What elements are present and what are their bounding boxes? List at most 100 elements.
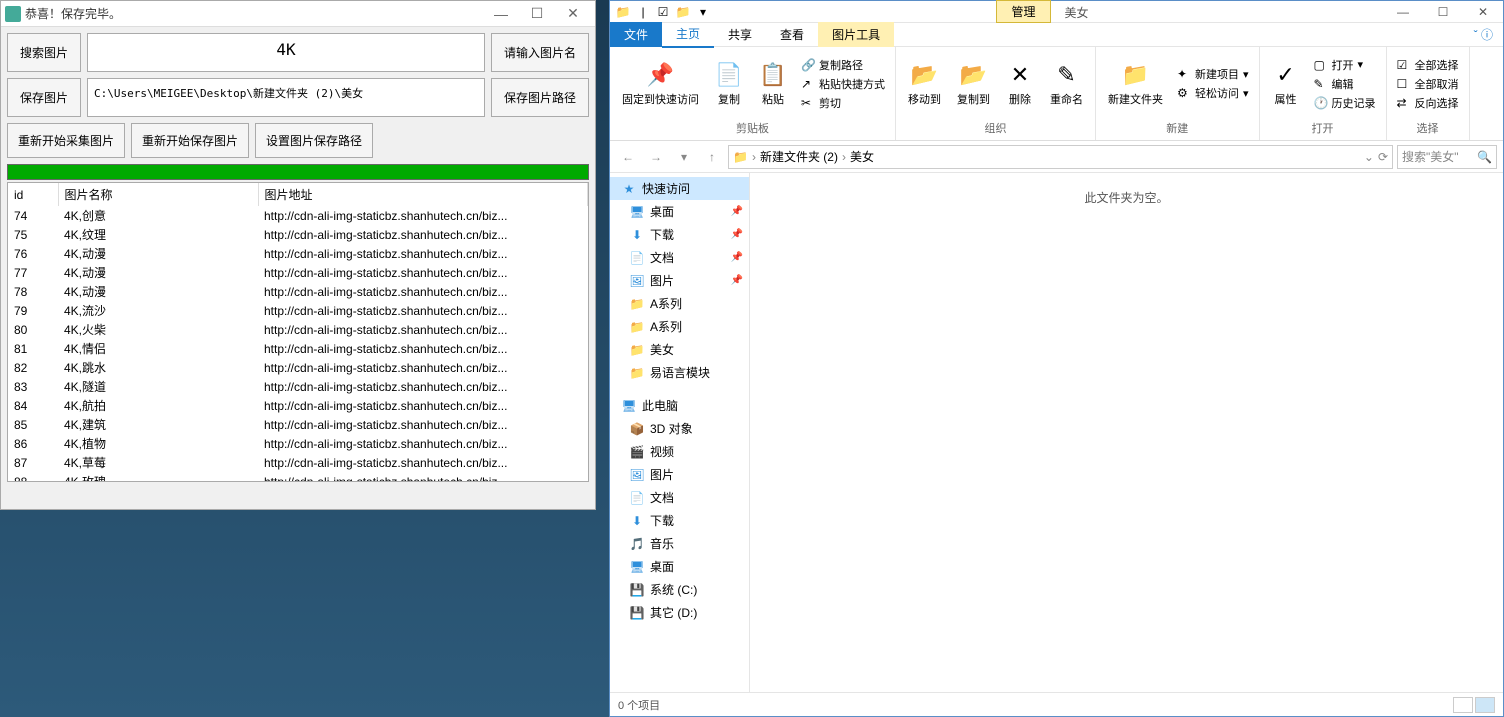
table-row[interactable]: 874K,草莓http://cdn-ali-img-staticbz.shanh… [8, 453, 588, 472]
nav-drive-d[interactable]: 💾其它 (D:) [610, 601, 749, 624]
nav-documents[interactable]: 📄文档📌 [610, 246, 749, 269]
search-input[interactable]: 4K [87, 33, 485, 72]
qat-folder-icon[interactable]: 📁 [674, 3, 692, 21]
nav-videos[interactable]: 🎬视频 [610, 440, 749, 463]
minimize-button[interactable]: — [483, 1, 519, 27]
save-image-button[interactable]: 保存图片 [7, 78, 81, 117]
set-save-path-button[interactable]: 设置图片保存路径 [255, 123, 373, 158]
tab-share[interactable]: 共享 [714, 22, 766, 47]
search-image-button[interactable]: 搜索图片 [7, 33, 81, 72]
copy-to-button[interactable]: 📂复制到 [951, 59, 996, 109]
this-pc-item[interactable]: 🖥此电脑 [610, 394, 749, 417]
breadcrumb-sep-icon[interactable]: › [752, 150, 756, 164]
maximize-button[interactable]: ☐ [519, 1, 555, 27]
rename-button[interactable]: ✎重命名 [1044, 59, 1089, 109]
forward-button[interactable]: → [644, 145, 668, 169]
table-row[interactable]: 854K,建筑http://cdn-ali-img-staticbz.shanh… [8, 415, 588, 434]
minimize-button[interactable]: — [1383, 1, 1423, 23]
nav-downloads[interactable]: ⬇下载📌 [610, 223, 749, 246]
table-row[interactable]: 834K,隧道http://cdn-ali-img-staticbz.shanh… [8, 377, 588, 396]
new-folder-button[interactable]: 📁新建文件夹 [1102, 59, 1169, 109]
column-header[interactable]: 图片地址 [258, 183, 588, 206]
nav-pictures[interactable]: 🖼图片📌 [610, 269, 749, 292]
restart-collect-button[interactable]: 重新开始采集图片 [7, 123, 125, 158]
table-row[interactable]: 764K,动漫http://cdn-ali-img-staticbz.shanh… [8, 244, 588, 263]
copy-path-button[interactable]: 🔗复制路径 [797, 56, 889, 74]
paste-shortcut-button[interactable]: ↗粘贴快捷方式 [797, 75, 889, 93]
details-view-icon[interactable] [1453, 697, 1473, 713]
close-button[interactable]: ✕ [1463, 1, 1503, 23]
column-header[interactable]: 图片名称 [58, 183, 258, 206]
tab-home[interactable]: 主页 [662, 21, 714, 48]
open-button[interactable]: ▢打开▾ [1310, 56, 1380, 74]
context-tab-manage[interactable]: 管理 [996, 0, 1050, 23]
table-row[interactable]: 844K,航拍http://cdn-ali-img-staticbz.shanh… [8, 396, 588, 415]
breadcrumb[interactable]: 📁 › 新建文件夹 (2) › 美女 ⌄ ⟳ [728, 145, 1393, 169]
move-to-button[interactable]: 📂移动到 [902, 59, 947, 109]
maximize-button[interactable]: ☐ [1423, 1, 1463, 23]
nav-desktop[interactable]: 🖥桌面📌 [610, 200, 749, 223]
search-input[interactable]: 搜索"美女"🔍 [1397, 145, 1497, 169]
table-row[interactable]: 814K,情侣http://cdn-ali-img-staticbz.shanh… [8, 339, 588, 358]
tab-picture-tools[interactable]: 图片工具 [818, 22, 894, 47]
cut-button[interactable]: ✂剪切 [797, 94, 889, 112]
history-button[interactable]: 🕐历史记录 [1310, 94, 1380, 112]
paste-button[interactable]: 📋粘贴 [753, 59, 793, 109]
breadcrumb-sep-icon[interactable]: › [842, 150, 846, 164]
restart-save-button[interactable]: 重新开始保存图片 [131, 123, 249, 158]
nav-pictures[interactable]: 🖼图片 [610, 463, 749, 486]
tab-view[interactable]: 查看 [766, 22, 818, 47]
table-row[interactable]: 804K,火柴http://cdn-ali-img-staticbz.shanh… [8, 320, 588, 339]
table-row[interactable]: 864K,植物http://cdn-ali-img-staticbz.shanh… [8, 434, 588, 453]
table-row[interactable]: 824K,跳水http://cdn-ali-img-staticbz.shanh… [8, 358, 588, 377]
qat-properties-icon[interactable]: ☑ [654, 3, 672, 21]
tiles-view-icon[interactable] [1475, 697, 1495, 713]
table-row[interactable]: 754K,纹理http://cdn-ali-img-staticbz.shanh… [8, 225, 588, 244]
pin-quick-access-button[interactable]: 📌固定到快速访问 [616, 59, 705, 109]
column-header[interactable]: id [8, 183, 58, 206]
easy-access-button[interactable]: ⚙轻松访问▾ [1173, 84, 1253, 102]
qat-dropdown-icon[interactable]: ▾ [694, 3, 712, 21]
up-button[interactable]: ↑ [700, 145, 724, 169]
content-pane[interactable]: 此文件夹为空。 [750, 173, 1503, 692]
nav-desktop[interactable]: 🖥桌面 [610, 555, 749, 578]
nav-3d-objects[interactable]: 📦3D 对象 [610, 417, 749, 440]
properties-button[interactable]: ✓属性 [1266, 59, 1306, 109]
refresh-icon[interactable]: ⟳ [1378, 150, 1388, 164]
path-input[interactable]: C:\Users\MEIGEE\Desktop\新建文件夹 (2)\美女 [87, 78, 485, 117]
table-row[interactable]: 784K,动漫http://cdn-ali-img-staticbz.shanh… [8, 282, 588, 301]
edit-button[interactable]: ✎编辑 [1310, 75, 1380, 93]
input-name-button[interactable]: 请输入图片名 [491, 33, 589, 72]
ribbon-collapse-icon[interactable]: ˇ ⓘ [1464, 26, 1503, 43]
nav-drive-c[interactable]: 💾系统 (C:) [610, 578, 749, 601]
app-titlebar[interactable]: 恭喜！保存完毕。 — ☐ ✕ [1, 1, 595, 27]
invert-selection-button[interactable]: ⇄反向选择 [1393, 94, 1463, 112]
navigation-pane[interactable]: ★快速访问 🖥桌面📌 ⬇下载📌 📄文档📌 🖼图片📌 📁A系列 📁A系列 📁美女 … [610, 173, 750, 692]
table-row[interactable]: 794K,流沙http://cdn-ali-img-staticbz.shanh… [8, 301, 588, 320]
nav-downloads[interactable]: ⬇下载 [610, 509, 749, 532]
table-row[interactable]: 744K,创意http://cdn-ali-img-staticbz.shanh… [8, 206, 588, 225]
copy-button[interactable]: 📄复制 [709, 59, 749, 109]
back-button[interactable]: ← [616, 145, 640, 169]
recent-dropdown[interactable]: ▾ [672, 145, 696, 169]
results-table[interactable]: id图片名称图片地址 744K,创意http://cdn-ali-img-sta… [7, 182, 589, 482]
quick-access-item[interactable]: ★快速访问 [610, 177, 749, 200]
delete-button[interactable]: ✕删除 [1000, 59, 1040, 109]
nav-folder[interactable]: 📁美女 [610, 338, 749, 361]
nav-folder[interactable]: 📁易语言模块 [610, 361, 749, 384]
nav-music[interactable]: 🎵音乐 [610, 532, 749, 555]
table-row[interactable]: 884K,玫瑰http://cdn-ali-img-staticbz.shanh… [8, 472, 588, 482]
nav-folder[interactable]: 📁A系列 [610, 292, 749, 315]
select-all-button[interactable]: ☑全部选择 [1393, 56, 1463, 74]
table-row[interactable]: 774K,动漫http://cdn-ali-img-staticbz.shanh… [8, 263, 588, 282]
breadcrumb-item[interactable]: 美女 [850, 148, 874, 165]
new-item-button[interactable]: ✦新建项目▾ [1173, 65, 1253, 83]
explorer-titlebar[interactable]: 📁 | ☑ 📁 ▾ 管理 美女 — ☐ ✕ [610, 1, 1503, 23]
breadcrumb-dropdown-icon[interactable]: ⌄ [1364, 150, 1374, 164]
nav-documents[interactable]: 📄文档 [610, 486, 749, 509]
nav-folder[interactable]: 📁A系列 [610, 315, 749, 338]
save-path-button[interactable]: 保存图片路径 [491, 78, 589, 117]
breadcrumb-item[interactable]: 新建文件夹 (2) [760, 148, 838, 165]
close-button[interactable]: ✕ [555, 1, 591, 27]
select-none-button[interactable]: ☐全部取消 [1393, 75, 1463, 93]
